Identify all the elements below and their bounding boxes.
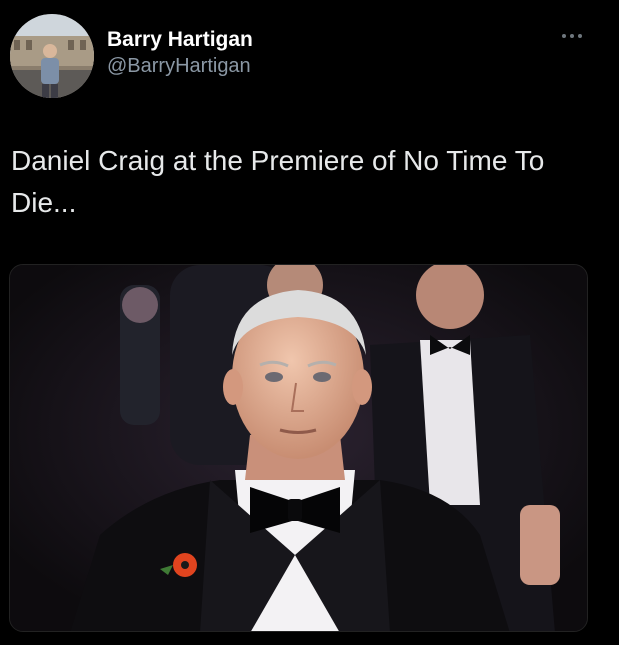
more-options-icon: [562, 34, 582, 38]
tweet-text: Daniel Craig at the Premiere of No Time …: [11, 145, 545, 218]
avatar[interactable]: [10, 14, 94, 98]
tweet: Barry Hartigan @BarryHartigan Daniel Cra…: [0, 0, 619, 645]
tweet-photo[interactable]: [9, 264, 588, 632]
author-info[interactable]: Barry Hartigan @BarryHartigan: [107, 27, 253, 79]
user-handle[interactable]: @BarryHartigan: [107, 53, 253, 79]
more-options-button[interactable]: [557, 26, 587, 46]
profile-photo-icon: [10, 14, 94, 98]
display-name[interactable]: Barry Hartigan: [107, 27, 253, 53]
photo-man-in-tuxedo-icon: [10, 265, 587, 631]
